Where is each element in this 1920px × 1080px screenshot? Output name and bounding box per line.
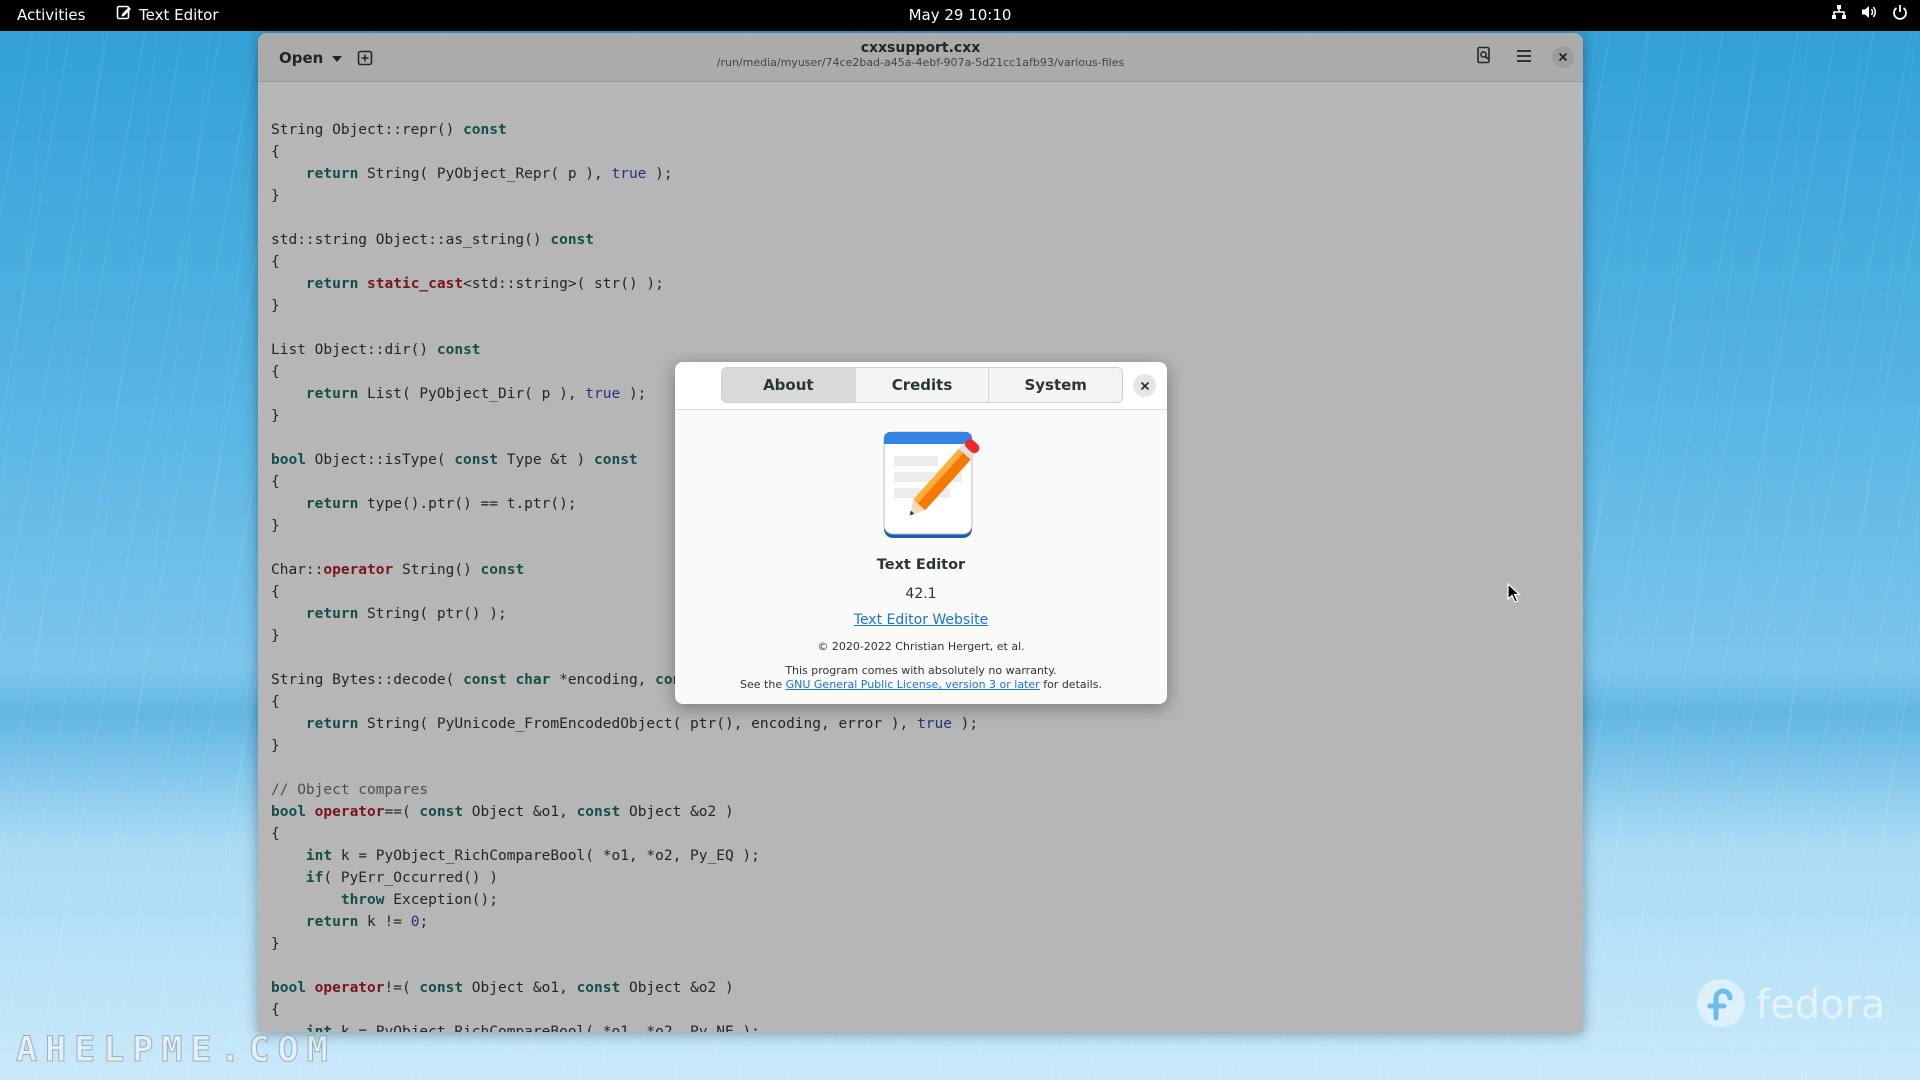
app-version: 42.1 [905,586,937,602]
copyright-text: © 2020-2022 Christian Hergert, et al. [817,640,1025,653]
about-dialog-header: About Credits System [675,362,1167,410]
fedora-icon [1696,978,1746,1032]
network-icon [1831,0,1847,31]
license-prefix: See the [740,678,783,691]
activities-button[interactable]: Activities [17,0,85,31]
top-bar: Activities Text Editor May 29 10:10 [0,0,1920,31]
website-link[interactable]: Text Editor Website [854,612,988,628]
tab-credits[interactable]: Credits [856,368,990,402]
license-link[interactable]: GNU General Public License, version 3 or… [786,678,1040,691]
close-icon [1140,376,1150,395]
about-dialog: About Credits System Text Editor 42.1 Te… [675,362,1167,704]
license-text: This program comes with absolutely no wa… [675,664,1167,692]
warranty-line: This program comes with absolutely no wa… [785,664,1057,677]
power-icon [1892,0,1908,31]
dialog-close-button[interactable] [1133,374,1156,397]
about-tabs: About Credits System [721,367,1123,403]
site-watermark: AHELPME.COM [16,1030,336,1071]
fedora-logo: fedora [1696,978,1886,1032]
app-name: Text Editor [876,557,966,573]
text-editor-icon [116,0,132,31]
clock[interactable]: May 29 10:10 [909,6,1012,24]
tab-about[interactable]: About [722,368,856,402]
tab-system[interactable]: System [989,368,1122,402]
system-tray[interactable] [1831,0,1908,31]
app-menu[interactable]: Text Editor [116,0,219,31]
app-menu-label: Text Editor [139,6,219,24]
license-suffix: for details. [1043,678,1102,691]
volume-icon [1861,0,1878,31]
text-editor-app-icon [876,426,980,540]
mouse-pointer-icon [1507,582,1522,607]
fedora-wordmark: fedora [1756,982,1886,1028]
